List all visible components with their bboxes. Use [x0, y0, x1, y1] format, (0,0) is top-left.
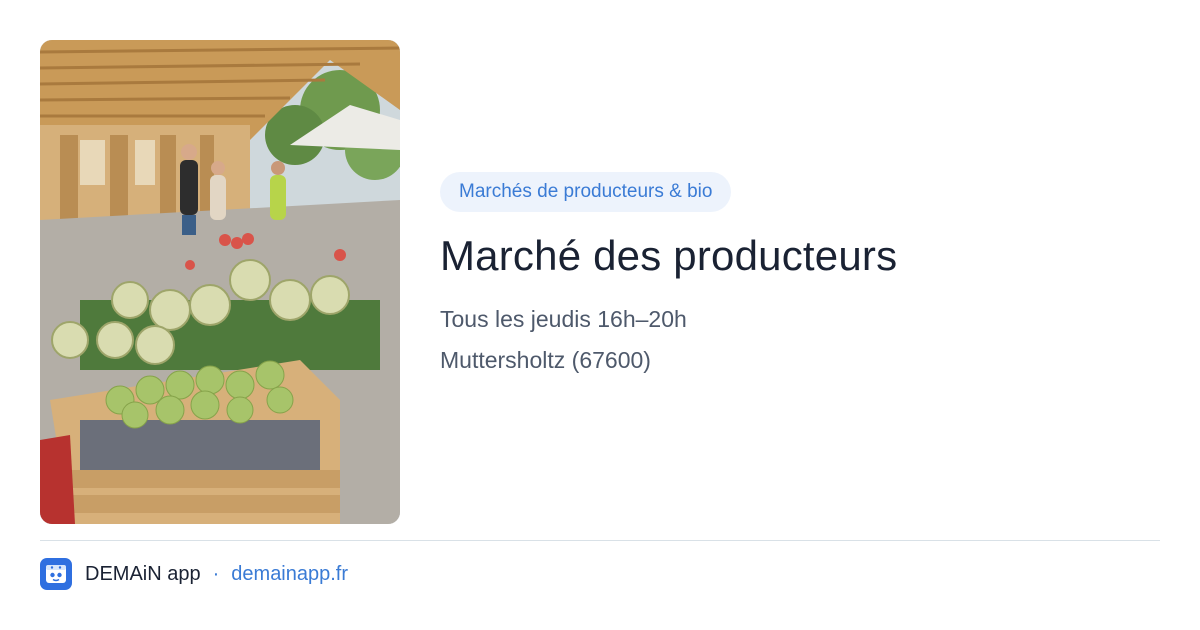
- event-title: Marché des producteurs: [440, 232, 898, 279]
- footer-divider: [40, 540, 1160, 541]
- app-name: DEMAiN app: [85, 562, 201, 585]
- site-link[interactable]: demainapp.fr: [231, 563, 348, 586]
- category-badge[interactable]: Marchés de producteurs & bio: [440, 172, 732, 212]
- footer: DEMAiN app · demainapp.fr: [40, 558, 348, 590]
- event-info: Marchés de producteurs & bio Marché des …: [440, 172, 1160, 374]
- event-schedule: Tous les jeudis 16h–20h: [440, 306, 687, 332]
- event-location: Muttersholtz (67600): [440, 347, 651, 373]
- market-photo: [40, 40, 400, 524]
- footer-separator: ·: [212, 562, 220, 585]
- app-logo-icon: [40, 558, 72, 590]
